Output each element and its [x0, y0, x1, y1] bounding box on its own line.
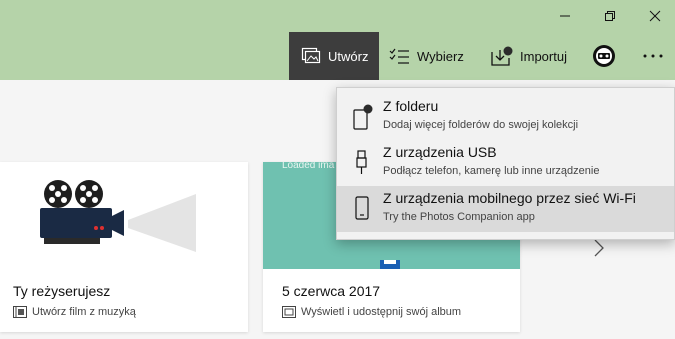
menu-item-title: Z folderu: [383, 98, 439, 114]
chevron-right-icon[interactable]: [593, 238, 605, 258]
account-button[interactable]: [592, 32, 622, 80]
create-label: Utwórz: [328, 48, 369, 64]
card-subtitle-text: Wyświetl i udostępnij swój album: [301, 306, 462, 318]
title-bar: Utwórz Wybierz Importuj: [0, 0, 675, 80]
menu-item-subtitle: Podłącz telefon, kamerę lub inne urządze…: [383, 165, 600, 177]
more-icon: [643, 54, 663, 58]
menu-item-subtitle: Try the Photos Companion app: [383, 211, 535, 223]
menu-item-from-mobile-wifi[interactable]: Z urządzenia mobilnego przez sieć Wi-Fi …: [337, 186, 674, 232]
minimize-button[interactable]: [542, 0, 588, 32]
card-subtitle: Utwórz film z muzyką: [13, 306, 136, 318]
card-subtitle-text: Utwórz film z muzyką: [32, 306, 136, 318]
menu-item-subtitle: Dodaj więcej folderów do swojej kolekcji: [383, 119, 579, 131]
import-button[interactable]: Importuj: [489, 32, 581, 80]
import-label: Importuj: [520, 48, 567, 64]
close-icon: [649, 10, 661, 22]
album-overlay-text: Loaded ima: [282, 160, 335, 171]
card-subtitle: Wyświetl i udostępnij swój album: [282, 306, 461, 318]
card-title: Ty reżyserujesz: [13, 283, 111, 299]
video-remix-card[interactable]: Ty reżyserujesz Utwórz film z muzyką: [0, 162, 248, 332]
import-icon: [489, 45, 513, 67]
menu-item-title: Z urządzenia USB: [383, 144, 497, 160]
restore-button[interactable]: [587, 0, 633, 32]
create-button[interactable]: Utwórz: [289, 32, 379, 80]
avatar-icon: [593, 45, 615, 67]
select-label: Wybierz: [417, 48, 464, 64]
menu-item-title: Z urządzenia mobilnego przez sieć Wi-Fi: [383, 190, 636, 206]
card-title: 5 czerwca 2017: [282, 283, 381, 299]
restore-icon: [605, 11, 615, 21]
more-options-button[interactable]: [636, 32, 670, 80]
create-icon: [301, 47, 321, 65]
mobile-phone-icon: [355, 196, 369, 220]
album-icon: [282, 306, 296, 318]
import-dropdown-menu: Z folderu Dodaj więcej folderów do swoje…: [336, 87, 675, 240]
minimize-icon: [560, 15, 570, 17]
select-button[interactable]: Wybierz: [388, 32, 474, 80]
save-icon: [380, 260, 400, 269]
movie-projector-icon: [40, 180, 196, 252]
menu-item-from-folder[interactable]: Z folderu Dodaj więcej folderów do swoje…: [337, 94, 674, 140]
checklist-icon: [388, 47, 410, 65]
video-icon: [13, 306, 27, 318]
menu-item-from-usb[interactable]: Z urządzenia USB Podłącz telefon, kamerę…: [337, 140, 674, 186]
close-button[interactable]: [632, 0, 675, 32]
usb-icon: [356, 150, 367, 174]
folder-device-icon: [353, 104, 373, 130]
